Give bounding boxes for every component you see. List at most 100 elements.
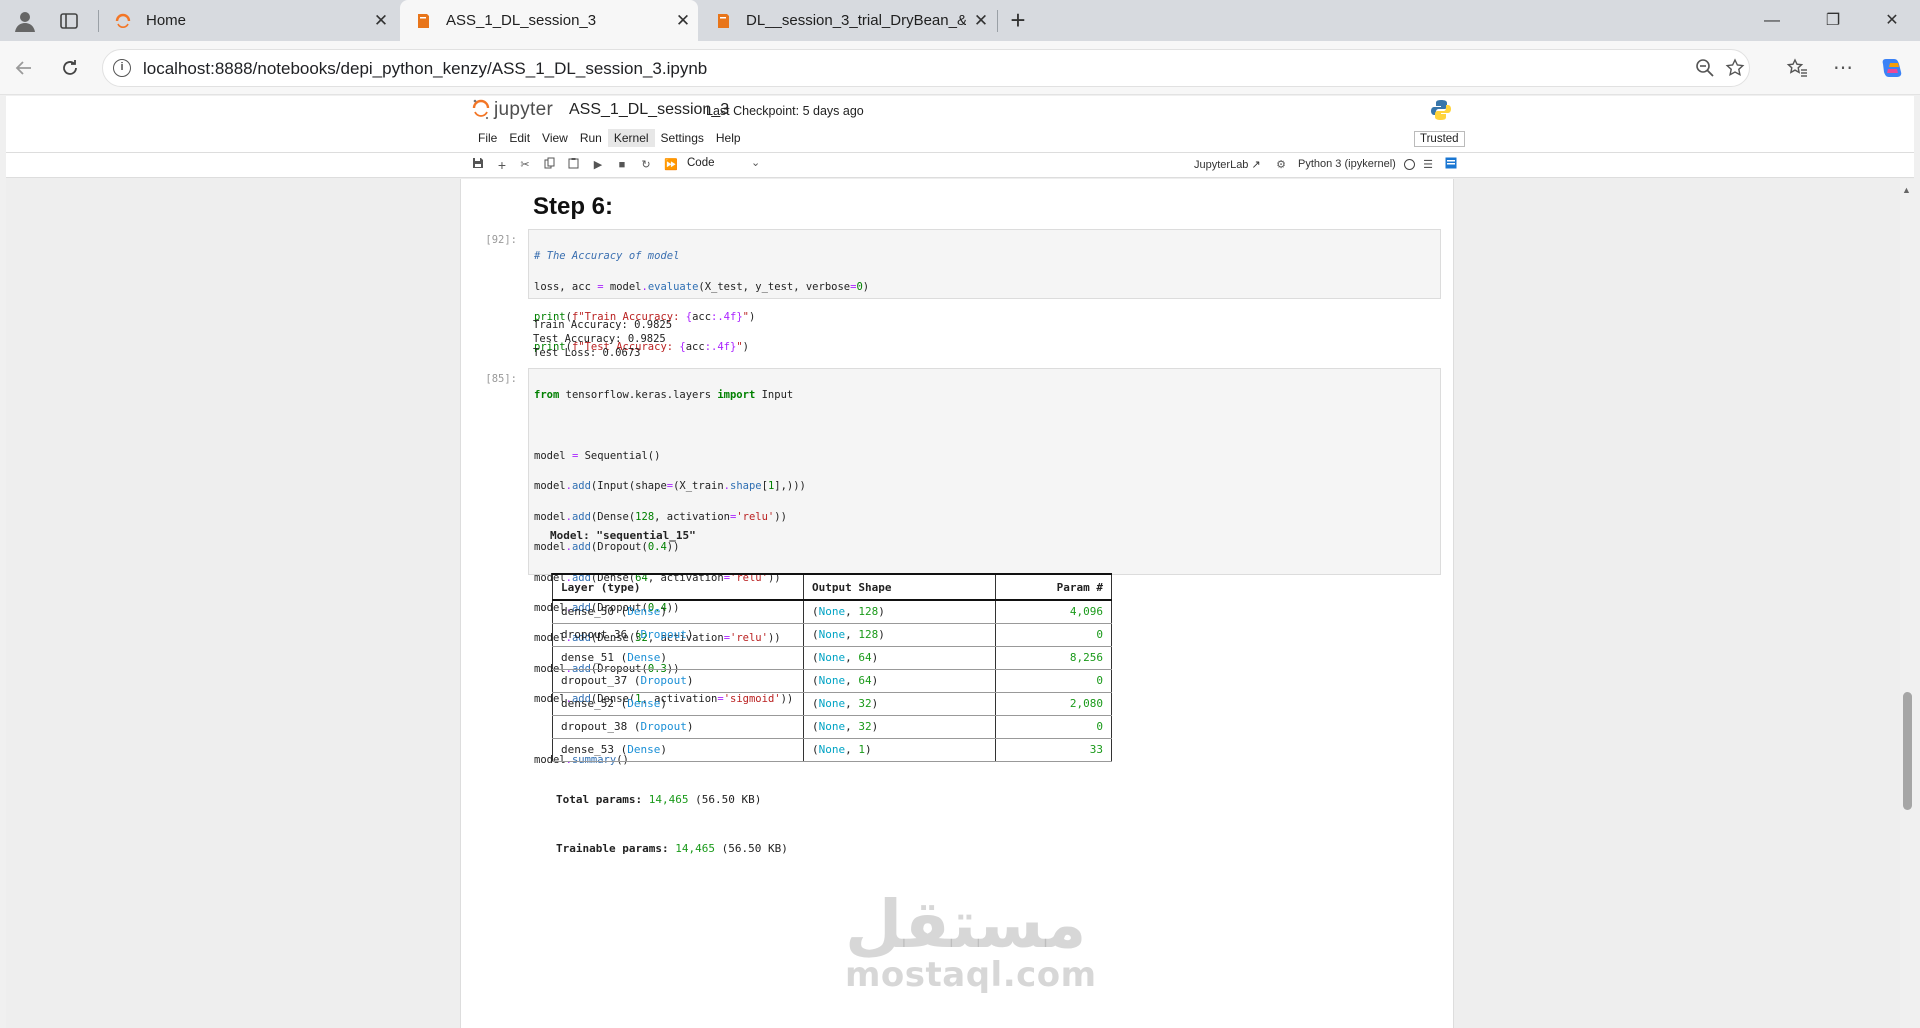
- fast-forward-icon[interactable]: ⏩: [663, 157, 679, 173]
- param-count-cell: 8,256: [995, 645, 1112, 670]
- code-line: # The Accuracy of model: [534, 250, 680, 263]
- model-summary-title: Model: "sequential_15": [550, 529, 696, 542]
- restart-icon[interactable]: ↻: [638, 157, 654, 173]
- menu-settings[interactable]: Settings: [655, 129, 710, 147]
- cut-icon[interactable]: ✂: [517, 157, 533, 173]
- url-field[interactable]: i localhost:8888/notebooks/depi_python_k…: [102, 49, 1750, 87]
- favorites-icon[interactable]: [1786, 57, 1808, 79]
- add-cell-icon[interactable]: +: [494, 157, 510, 173]
- code-line: loss, acc = model.evaluate(X_test, y_tes…: [534, 280, 870, 293]
- scroll-up-arrow-icon[interactable]: ▲: [1902, 185, 1911, 195]
- output-shape-cell: (None, 128): [803, 622, 996, 647]
- param-count-cell: 0: [995, 668, 1112, 693]
- favorite-star-icon[interactable]: [1724, 58, 1746, 80]
- code-cell[interactable]: from tensorflow.keras.layers import Inpu…: [528, 368, 1441, 766]
- url-text: localhost:8888/notebooks/depi_python_ken…: [143, 59, 708, 78]
- jupyter-home-favicon: [115, 13, 131, 28]
- trainable-params: Trainable params: 14,465 (56.50 KB): [556, 842, 788, 855]
- shape-units: 128: [858, 628, 879, 641]
- close-tab-icon[interactable]: ✕: [966, 11, 996, 31]
- trainable-params-value: 14,465: [675, 842, 715, 855]
- cell-prompt: [92]:: [485, 234, 517, 246]
- more-menu-icon[interactable]: ⋯: [1832, 57, 1854, 79]
- shape-none: None: [818, 743, 846, 756]
- layer-type: Dropout: [640, 674, 687, 687]
- new-tab-icon[interactable]: +: [1003, 6, 1033, 36]
- layer-cell: dense_53 (Dense): [552, 737, 804, 762]
- kernel-name[interactable]: Python 3 (ipykernel): [1298, 158, 1396, 170]
- shape-none: None: [818, 720, 846, 733]
- notebook-toolbar: + ✂ ▶ ■ ↻ ⏩ Code ⌄ JupyterLab ↗ ⚙ Python…: [6, 152, 1914, 178]
- trusted-badge[interactable]: Trusted: [1414, 131, 1465, 147]
- shape-units: 128: [858, 605, 879, 619]
- list-icon[interactable]: ☰: [1420, 157, 1436, 173]
- external-link-icon: ↗: [1251, 159, 1261, 171]
- param-count-cell: 4,096: [995, 599, 1112, 624]
- code-line: from tensorflow.keras.layers import Inpu…: [534, 389, 794, 402]
- python-logo-icon: [1430, 99, 1452, 124]
- save-icon[interactable]: [470, 157, 486, 173]
- shape-units: 64: [858, 651, 872, 664]
- jupyterlab-link[interactable]: JupyterLab ↗: [1194, 158, 1261, 171]
- shape-units: 64: [858, 674, 872, 687]
- mostaql-watermark: مستقل mostaql.com: [845, 892, 1096, 996]
- output-line: Train Accuracy: 0.9825: [533, 319, 673, 331]
- profile-icon[interactable]: [12, 8, 38, 34]
- cell-prompt: [85]:: [485, 373, 517, 385]
- close-tab-icon[interactable]: ✕: [366, 11, 396, 31]
- output-shape-cell: (None, 64): [803, 668, 996, 693]
- site-info-icon[interactable]: i: [113, 59, 131, 77]
- paste-icon[interactable]: [565, 157, 581, 173]
- cell-type-select[interactable]: Code: [687, 157, 715, 169]
- menu-help[interactable]: Help: [710, 129, 747, 147]
- notebook-favicon: [418, 13, 429, 28]
- layer-type: Dense: [627, 743, 661, 756]
- kernel-status-icon: [1404, 159, 1415, 170]
- last-checkpoint: Last Checkpoint: 5 days ago: [706, 104, 864, 118]
- chevron-down-icon[interactable]: ⌄: [751, 156, 760, 169]
- param-count-cell: 33: [995, 737, 1112, 762]
- menu-edit[interactable]: Edit: [503, 129, 536, 147]
- menu-file[interactable]: File: [472, 129, 503, 147]
- tab-separator: [997, 10, 998, 32]
- layer-type: Dense: [627, 651, 661, 664]
- header-param: Param #: [995, 573, 1112, 601]
- shape-none: None: [818, 605, 846, 619]
- close-window-button[interactable]: ✕: [1864, 0, 1920, 41]
- reload-icon[interactable]: [56, 54, 84, 82]
- header-layer: Layer (type): [552, 573, 804, 601]
- shape-none: None: [818, 651, 846, 664]
- close-tab-icon[interactable]: ✕: [668, 11, 698, 31]
- output-shape-cell: (None, 1): [803, 737, 996, 762]
- menu-run[interactable]: Run: [574, 129, 608, 147]
- tab-dl-session-3-trial[interactable]: DL__session_3_trial_DryBean_&_Ir ✕: [700, 0, 996, 41]
- minimize-button[interactable]: —: [1744, 0, 1800, 41]
- shape-none: None: [818, 628, 846, 641]
- page-scrollbar[interactable]: ▲: [1900, 179, 1914, 1028]
- output-shape-cell: (None, 32): [803, 691, 996, 716]
- layer-name: dense_53: [561, 743, 614, 756]
- copy-icon[interactable]: [541, 157, 557, 173]
- menu-kernel[interactable]: Kernel: [607, 129, 655, 147]
- notebook-layout-icon[interactable]: [1443, 157, 1459, 173]
- code-line: model.add(Input(shape=(X_train.shape[1],…: [534, 480, 806, 493]
- zoom-out-icon[interactable]: [1694, 58, 1716, 80]
- step-heading: Step 6:: [533, 193, 614, 220]
- tab-home[interactable]: Home ✕: [100, 0, 396, 41]
- run-icon[interactable]: ▶: [590, 157, 606, 173]
- jupyter-logo[interactable]: jupyter: [472, 98, 553, 122]
- table-row: dropout_37 (Dropout) (None, 64) 0: [552, 668, 1112, 693]
- tab-actions-icon[interactable]: [56, 8, 82, 34]
- debugger-icon[interactable]: ⚙: [1273, 157, 1289, 173]
- back-arrow-icon[interactable]: [10, 54, 38, 82]
- scroll-thumb[interactable]: [1903, 692, 1912, 810]
- jupyter-header: jupyter ASS_1_DL_session_3 Last Checkpoi…: [6, 96, 1914, 178]
- address-bar: i localhost:8888/notebooks/depi_python_k…: [0, 41, 1920, 95]
- copilot-icon[interactable]: [1880, 55, 1902, 77]
- stop-icon[interactable]: ■: [614, 157, 630, 173]
- menu-view[interactable]: View: [536, 129, 574, 147]
- tab-ass-1-dl-session-3[interactable]: ASS_1_DL_session_3 ✕: [400, 0, 698, 41]
- code-cell[interactable]: # The Accuracy of model loss, acc = mode…: [528, 229, 1441, 384]
- restore-button[interactable]: ❐: [1805, 0, 1861, 41]
